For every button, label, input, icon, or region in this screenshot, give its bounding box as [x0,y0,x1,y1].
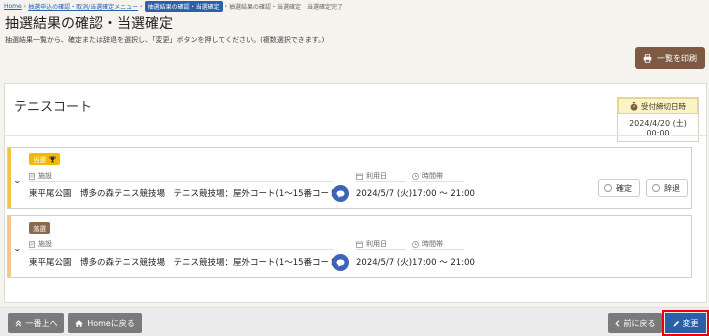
use-date: 2024/5/7 (火) [356,258,413,268]
stopwatch-icon [630,101,638,111]
result-stripe [8,148,11,208]
card-divider [5,135,708,136]
time-underline [412,249,464,250]
breadcrumb-next: 抽選結果の確認・当選確定 当選確定完了 [228,4,343,11]
back-button[interactable]: 前に戻る [608,313,662,333]
status-badge: 落選 [29,222,50,234]
double-chevron-up-icon [15,319,22,327]
date-label: 利用日 [356,239,387,249]
chat-icon[interactable] [332,185,349,202]
page-description: 抽選結果一覧から、確定または辞退を選択し、「変更」ボタンを押してください。(複数… [5,36,325,44]
decline-radio[interactable]: 辞退 [646,179,688,197]
building-icon [29,240,35,248]
time-label-text: 時間帯 [422,240,443,248]
result-stripe [8,216,11,277]
change-button[interactable]: 変更 [662,310,709,336]
expand-chevron-icon[interactable]: ⌄ [13,176,22,185]
date-label-text: 利用日 [366,240,387,248]
time-slot: 17:00 ～ 21:00 [412,189,475,199]
home-button[interactable]: Homeに戻る [68,313,142,333]
status-label: 落選 [33,225,46,233]
clock-icon [412,172,419,180]
scroll-top-button[interactable]: 一番上へ [8,313,64,333]
facility-label: 施設 [29,239,52,249]
print-list-label: 一覧を印刷 [657,53,697,63]
home-icon [75,319,83,327]
decline-label: 辞退 [664,183,680,193]
facility-name: 東平尾公園 博多の森テニス競技場 テニス競技場：屋外コート(1〜15番コート) [29,258,341,268]
status-label: 当選 [33,156,46,164]
clock-icon [412,240,419,248]
breadcrumb-separator: › [224,3,227,10]
time-label: 時間帯 [412,171,443,181]
back-label: 前に戻る [623,318,656,328]
building-icon [29,172,35,180]
deadline-header: 受付締切日時 [618,98,698,114]
status-badge: 当選 [29,153,60,165]
facility-label-text: 施設 [38,172,52,180]
print-list-button[interactable]: 一覧を印刷 [635,47,705,69]
facility-underline [29,181,333,182]
trophy-icon [49,155,56,163]
breadcrumb-home[interactable]: Home [4,3,22,10]
date-label-text: 利用日 [366,172,387,180]
radio-circle[interactable] [652,184,660,192]
facility-underline [29,249,333,250]
facility-label-text: 施設 [38,240,52,248]
breadcrumb-current: 抽選結果の確認・当選確定 [144,1,223,12]
radio-circle[interactable] [604,184,612,192]
time-label-text: 時間帯 [422,172,443,180]
deadline-value: 2024/4/20 (土) 00:00 [629,119,687,138]
breadcrumb-separator: › [23,3,27,10]
facility-name: 東平尾公園 博多の森テニス競技場 テニス競技場：屋外コート(1〜15番コート) [29,189,341,199]
breadcrumb-separator: › [140,3,143,10]
breadcrumb: Home › 抽選申込の確認・取消/当選確定メニュー › 抽選結果の確認・当選確定 › 抽選… [4,1,343,12]
home-label: Homeに戻る [87,318,135,328]
expand-chevron-icon[interactable]: ⌄ [13,244,22,253]
time-slot: 17:00 ～ 21:00 [412,258,475,268]
breadcrumb-menu[interactable]: 抽選申込の確認・取消/当選確定メニュー [28,2,138,11]
scroll-top-label: 一番上へ [25,318,58,328]
result-item: 当選 ⌄ 施設 東平尾公園 博多の森テニス競技場 テニス競技場：屋外コート(1〜… [7,147,692,209]
calendar-icon [356,241,363,248]
printer-icon [643,53,652,63]
facility-label: 施設 [29,171,52,181]
date-underline [356,249,406,250]
result-item: 落選 ⌄ 施設 東平尾公園 博多の森テニス競技場 テニス競技場：屋外コート(1〜… [7,215,692,278]
confirm-label: 確定 [616,183,632,193]
use-date: 2024/5/7 (火) [356,189,413,199]
calendar-icon [356,173,363,180]
facility-title: テニスコート [14,100,93,115]
deadline-label: 受付締切日時 [641,101,686,111]
time-label: 時間帯 [412,239,443,249]
pencil-icon [673,320,680,327]
chevron-left-icon [614,319,620,327]
confirm-radio[interactable]: 確定 [598,179,640,197]
date-underline [356,181,406,182]
page-title: 抽選結果の確認・当選確定 [5,16,173,32]
change-label: 変更 [682,318,699,328]
time-underline [412,181,464,182]
chat-icon[interactable] [332,254,349,271]
date-label: 利用日 [356,171,387,181]
